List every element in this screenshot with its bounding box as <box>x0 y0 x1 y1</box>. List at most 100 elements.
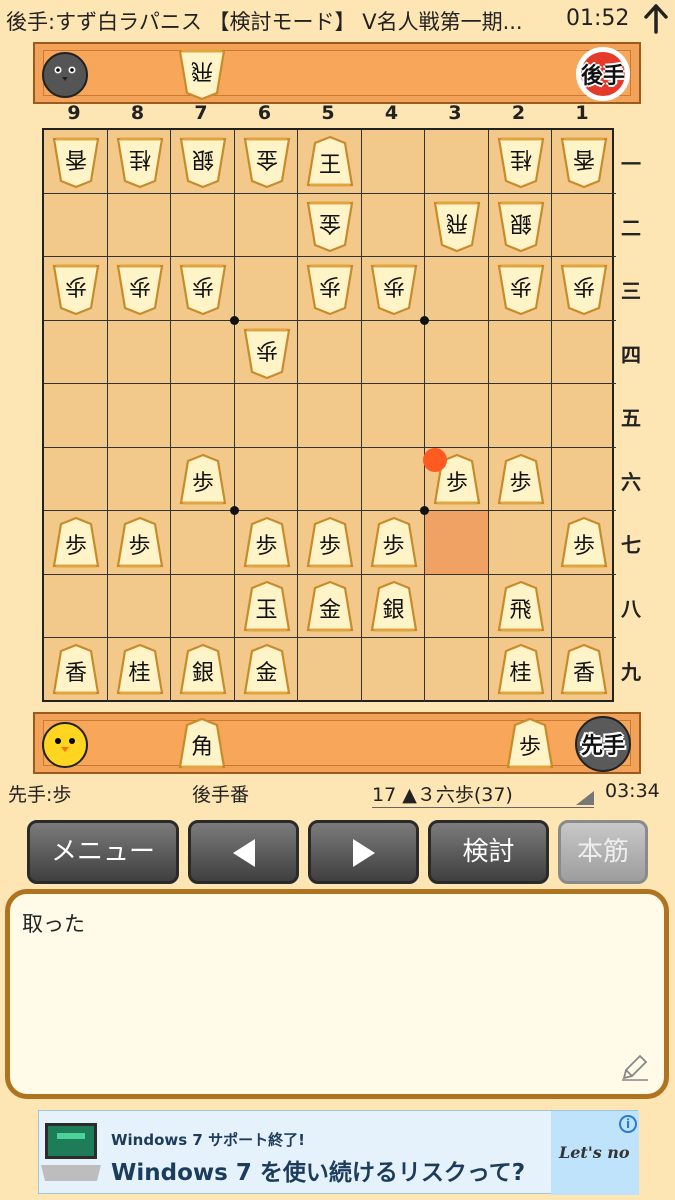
board-square[interactable] <box>171 511 235 575</box>
board-square[interactable] <box>107 574 171 638</box>
board-square[interactable] <box>44 574 108 638</box>
move-select[interactable]: 17 ▲３六歩(37) <box>372 780 594 808</box>
gote-piece[interactable]: 銀 <box>496 199 546 253</box>
board-square[interactable] <box>552 194 616 257</box>
piece-kanji: 金 <box>255 661 278 686</box>
gote-hand-area[interactable]: 飛 後手 <box>33 42 641 104</box>
gote-piece[interactable]: 歩 <box>51 262 101 316</box>
next-arrow-icon <box>352 838 375 867</box>
board-square[interactable] <box>425 257 489 321</box>
piece-kanji: 角 <box>190 735 213 760</box>
sente-piece[interactable]: 桂 <box>115 643 165 697</box>
board-square[interactable] <box>298 638 362 702</box>
menu-button[interactable]: メニュー <box>27 820 179 884</box>
sente-hand-area[interactable]: 角 歩 先手 <box>33 712 641 774</box>
board-square[interactable] <box>425 574 489 638</box>
sente-piece[interactable]: 銀 <box>369 580 419 634</box>
board-square[interactable] <box>488 384 552 448</box>
sente-piece[interactable]: 香 <box>559 643 609 697</box>
board-square[interactable] <box>361 320 425 384</box>
gote-piece[interactable]: 歩 <box>369 262 419 316</box>
board-square[interactable] <box>361 447 425 511</box>
board-square[interactable] <box>361 193 425 257</box>
board-square[interactable] <box>552 575 616 638</box>
board-square[interactable] <box>425 320 489 384</box>
board-square[interactable] <box>425 511 489 575</box>
arrow-up-icon[interactable] <box>642 4 670 34</box>
piece-kanji: 桂 <box>509 661 532 686</box>
board-square[interactable] <box>425 384 489 448</box>
board-square[interactable] <box>44 320 108 384</box>
comment-box[interactable]: 取った <box>5 889 669 1099</box>
prev-button[interactable] <box>188 820 299 884</box>
sente-piece[interactable]: 金 <box>305 580 355 634</box>
gote-piece[interactable]: 桂 <box>115 135 165 189</box>
sente-piece[interactable]: 玉 <box>242 580 292 634</box>
sente-hand-piece[interactable]: 角 <box>177 717 227 771</box>
board-square[interactable] <box>234 447 298 511</box>
sente-piece[interactable]: 歩 <box>305 516 355 570</box>
sente-piece[interactable]: 歩 <box>242 516 292 570</box>
gote-piece[interactable]: 香 <box>559 135 609 189</box>
ad-banner[interactable]: Windows 7 サポート終了! Windows 7 を使い続けるリスクって?… <box>38 1110 639 1195</box>
board-square[interactable] <box>234 193 298 257</box>
shogi-board[interactable]: 香桂銀金王桂香金飛銀歩歩歩歩歩歩歩歩歩歩歩歩歩歩歩歩歩玉金銀飛香桂銀金桂香 <box>42 128 616 702</box>
board-square[interactable] <box>552 384 616 448</box>
gote-piece[interactable]: 桂 <box>496 135 546 189</box>
pencil-icon[interactable] <box>620 1052 650 1082</box>
gote-piece[interactable]: 金 <box>242 135 292 189</box>
gote-piece[interactable]: 飛 <box>432 199 482 253</box>
sente-piece[interactable]: 飛 <box>496 580 546 634</box>
sente-piece[interactable]: 王 <box>305 135 355 189</box>
sente-piece[interactable]: 金 <box>242 643 292 697</box>
board-square[interactable] <box>107 193 171 257</box>
board-square[interactable] <box>107 384 171 448</box>
gote-piece[interactable]: 歩 <box>178 262 228 316</box>
sente-piece[interactable]: 桂 <box>496 643 546 697</box>
sente-piece[interactable]: 歩 <box>51 516 101 570</box>
board-square[interactable] <box>362 638 425 702</box>
sente-piece[interactable]: 歩 <box>559 516 609 570</box>
board-square[interactable] <box>234 384 298 448</box>
board-square[interactable] <box>44 447 108 511</box>
sente-piece[interactable]: 銀 <box>178 643 228 697</box>
board-square[interactable] <box>425 638 489 702</box>
gote-piece[interactable]: 歩 <box>559 262 609 316</box>
board-square[interactable] <box>425 130 489 194</box>
board-square[interactable] <box>44 384 108 448</box>
board-square[interactable] <box>234 257 298 321</box>
kento-button[interactable]: 検討 <box>428 820 549 884</box>
gote-piece[interactable]: 金 <box>305 199 355 253</box>
board-square[interactable] <box>552 448 616 511</box>
board-square[interactable] <box>361 130 425 194</box>
board-square[interactable] <box>107 447 171 511</box>
gote-piece[interactable]: 歩 <box>115 262 165 316</box>
gote-piece[interactable]: 歩 <box>305 262 355 316</box>
sente-piece[interactable]: 歩 <box>496 453 546 507</box>
board-square[interactable] <box>298 384 362 448</box>
next-button[interactable] <box>308 820 419 884</box>
gote-piece[interactable]: 銀 <box>178 135 228 189</box>
board-square[interactable] <box>171 384 235 448</box>
board-square[interactable] <box>171 574 235 638</box>
board-square[interactable] <box>171 320 235 384</box>
gote-piece[interactable]: 香 <box>51 135 101 189</box>
gote-piece[interactable]: 歩 <box>242 326 292 380</box>
board-square[interactable] <box>488 511 552 575</box>
board-square[interactable] <box>44 193 108 257</box>
sente-piece[interactable]: 香 <box>51 643 101 697</box>
board-square[interactable] <box>298 447 362 511</box>
sente-piece[interactable]: 歩 <box>178 453 228 507</box>
board-square[interactable] <box>552 321 616 384</box>
board-square[interactable] <box>488 320 552 384</box>
board-square[interactable] <box>361 384 425 448</box>
ad-info-icon[interactable]: i <box>619 1115 637 1133</box>
gote-hand-piece[interactable]: 飛 <box>177 47 227 101</box>
sente-piece[interactable]: 歩 <box>115 516 165 570</box>
board-square[interactable] <box>171 193 235 257</box>
board-square[interactable] <box>107 320 171 384</box>
sente-hand-piece[interactable]: 歩 <box>505 717 555 771</box>
sente-piece[interactable]: 歩 <box>369 516 419 570</box>
gote-piece[interactable]: 歩 <box>496 262 546 316</box>
board-square[interactable] <box>298 320 362 384</box>
